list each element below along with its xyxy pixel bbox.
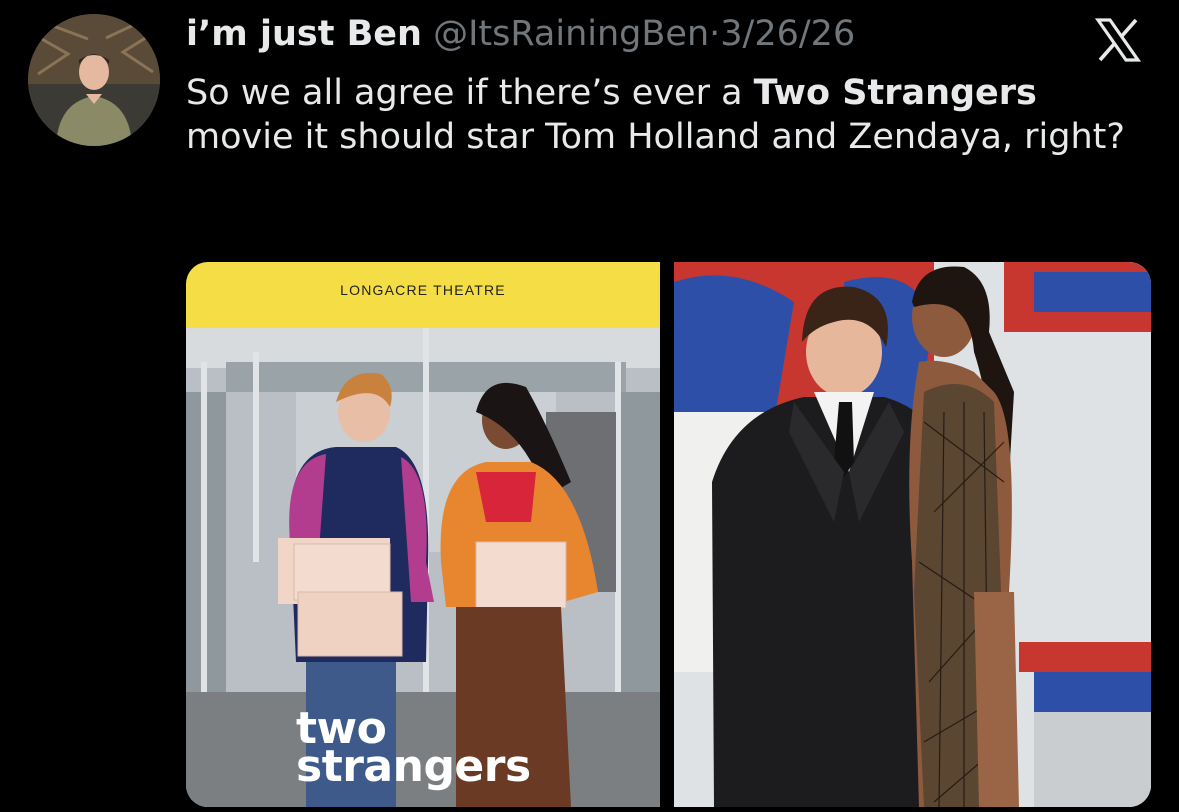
tweet-date[interactable]: 3/26/26 (720, 14, 855, 54)
tweet-media[interactable]: LONGACRE THEATRE two strangers (186, 262, 1151, 807)
avatar-photo (28, 14, 160, 146)
poster-title: two strangers (296, 707, 531, 792)
tweet-text-bold: Two Strangers (753, 73, 1037, 113)
tweet-text-end: movie it should star Tom Holland and Zen… (186, 117, 1125, 157)
poster-title-line2: strangers (296, 741, 531, 792)
premiere-photo-image[interactable] (674, 262, 1151, 807)
meta-separator: · (709, 14, 721, 54)
broadway-poster-image[interactable]: LONGACRE THEATRE two strangers (186, 262, 660, 807)
display-name[interactable]: i’m just Ben (186, 14, 422, 54)
user-handle[interactable]: @ItsRainingBen (433, 14, 709, 54)
avatar[interactable] (28, 14, 160, 146)
tweet-text: So we all agree if there’s ever a Two St… (186, 71, 1146, 159)
poster-theatre-name: LONGACRE THEATRE (340, 282, 506, 298)
tweet-header: i’m just Ben @ItsRainingBen·3/26/26 (186, 12, 855, 56)
tweet-text-start: So we all agree if there’s ever a (186, 73, 754, 113)
x-logo-icon[interactable] (1094, 16, 1142, 64)
premiere-scene (674, 262, 1151, 807)
